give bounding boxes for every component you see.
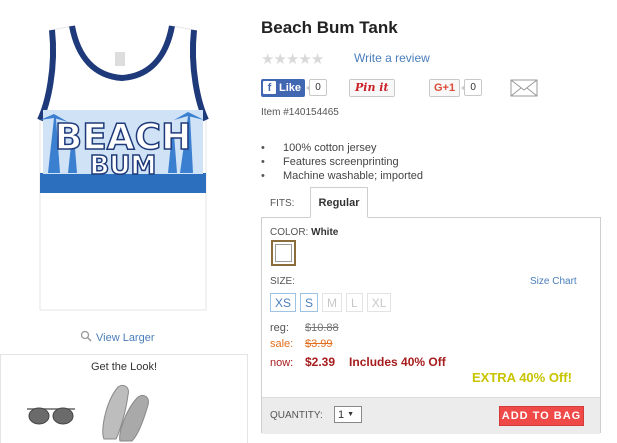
sunglasses-thumbnail[interactable] <box>25 403 77 430</box>
facebook-like-widget: f Like 0 <box>261 78 328 97</box>
fits-label: FITS: <box>270 198 295 209</box>
google-plus-button[interactable]: G+1 <box>429 78 461 97</box>
shirt-text-line2: BUM <box>90 151 157 181</box>
add-to-bag-button[interactable]: ADD TO BAG <box>499 406 584 426</box>
item-number: Item #140154465 <box>261 107 339 118</box>
product-title: Beach Bum Tank <box>261 18 398 37</box>
view-larger-link[interactable]: View Larger <box>80 330 155 345</box>
pinit-widget: Pin it <box>349 78 395 97</box>
now-price-label: now: <box>270 357 294 369</box>
color-value: White <box>311 227 339 238</box>
purchase-footer: QUANTITY: 1 ▼ ADD TO BAG <box>262 397 600 434</box>
product-details-column: Beach Bum Tank ★ ★ ★ ★ ★ Write a review … <box>261 0 617 443</box>
size-option-xl: XL <box>366 293 392 312</box>
color-label: COLOR: <box>270 227 309 238</box>
facebook-icon: f <box>263 81 276 94</box>
now-price-value: $2.39 <box>305 355 336 369</box>
extra-off-badge: EXTRA 40% Off! <box>472 370 572 385</box>
google-plus-widget: G+1 0 <box>429 78 483 97</box>
chevron-down-icon: ▼ <box>347 411 355 418</box>
get-the-look-panel: Get the Look! <box>0 354 248 443</box>
feature-item: Machine washable; imported <box>261 169 423 183</box>
now-price-row: now: $2.39 Includes 40% Off <box>270 355 446 369</box>
star-icon: ★ <box>310 51 324 68</box>
quantity-select[interactable]: 1 ▼ <box>334 406 362 423</box>
size-option-l: L <box>346 293 363 312</box>
email-icon[interactable] <box>510 79 538 100</box>
sale-price-value: $3.99 <box>305 338 333 350</box>
regular-price-label: reg: <box>270 322 289 334</box>
discount-note: Includes 40% Off <box>349 355 446 369</box>
size-option-s[interactable]: S <box>300 293 319 312</box>
magnifier-icon <box>80 330 92 345</box>
star-icon: ★ <box>298 51 311 68</box>
product-image-column: BEACH BUM View Larger Get the Look! <box>0 0 250 443</box>
facebook-like-label: Like <box>279 81 302 94</box>
view-larger-label: View Larger <box>96 331 155 344</box>
size-label: SIZE: <box>270 276 296 287</box>
size-option-m: M <box>322 293 343 312</box>
sale-price-row: sale: $3.99 <box>270 338 333 350</box>
size-chart-link[interactable]: Size Chart <box>530 276 577 287</box>
size-option-xs[interactable]: XS <box>270 293 297 312</box>
facebook-like-count: 0 <box>306 79 328 96</box>
star-icon: ★ <box>285 51 299 68</box>
sale-price-label: sale: <box>270 338 294 350</box>
feature-list: 100% cotton jersey Features screenprinti… <box>261 141 423 183</box>
google-plus-count: 0 <box>461 79 483 96</box>
quantity-label: QUANTITY: <box>270 410 323 421</box>
shoes-thumbnail[interactable] <box>96 381 156 443</box>
feature-item: 100% cotton jersey <box>261 141 423 155</box>
regular-price-value: $10.88 <box>305 322 339 334</box>
regular-price-row: reg: $10.88 <box>270 322 339 334</box>
rating-stars[interactable]: ★ ★ ★ ★ ★ <box>261 50 324 68</box>
write-review-link[interactable]: Write a review <box>354 51 430 65</box>
product-image[interactable]: BEACH BUM <box>20 18 225 318</box>
feature-item: Features screenprinting <box>261 155 423 169</box>
star-icon: ★ <box>273 51 286 68</box>
star-icon: ★ <box>261 51 274 68</box>
purchase-panel: COLOR: White SIZE: Size Chart XS S M L X… <box>261 217 601 434</box>
get-the-look-title: Get the Look! <box>90 361 158 373</box>
tab-regular[interactable]: Regular <box>310 187 368 218</box>
quantity-value: 1 <box>338 408 345 421</box>
color-row: COLOR: White <box>270 227 338 238</box>
pinit-button[interactable]: Pin it <box>349 78 395 97</box>
facebook-like-button[interactable]: f Like <box>261 78 306 97</box>
color-swatch-white[interactable] <box>271 240 296 266</box>
size-options: XS S M L XL <box>270 293 392 312</box>
